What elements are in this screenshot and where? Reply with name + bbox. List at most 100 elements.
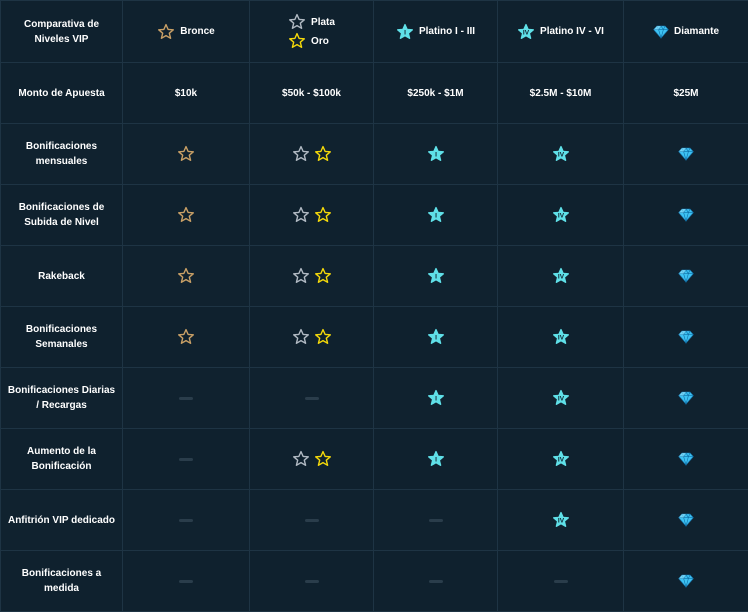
gold-star-icon — [314, 145, 332, 163]
diamond-icon — [678, 330, 694, 344]
table-row: Bonificaciones mensuales I IV — [1, 124, 748, 185]
cell-plata-oro — [250, 490, 374, 551]
svg-text:I: I — [435, 152, 437, 159]
vip-comparison-table: Comparativa de Niveles VIP Bronce Plata … — [0, 0, 748, 612]
tier-header-plata-oro: Plata Oro — [250, 1, 374, 63]
cell-diamante — [624, 551, 748, 612]
unavailable-dash — [179, 519, 193, 522]
table-row: Aumento de la BonificaciónIIV — [1, 429, 748, 490]
tier-header-platino-4: IV Platino IV - VI — [498, 1, 624, 63]
header-row: Comparativa de Niveles VIP Bronce Plata … — [1, 1, 748, 63]
cell-platino-1: I — [374, 368, 498, 429]
tier-label-platino-4: Platino IV - VI — [540, 24, 604, 39]
bronze-star-icon — [157, 23, 175, 41]
cell-bronce — [123, 551, 250, 612]
cell-plata-oro — [250, 307, 374, 368]
platinum-1-star-icon: I — [427, 328, 445, 346]
table-row: Anfitrión VIP dedicado IV — [1, 490, 748, 551]
bet-amount: $2.5M - $10M — [530, 88, 592, 99]
bet-amount: $25M — [673, 88, 698, 99]
cell-diamante — [624, 368, 748, 429]
cell-platino-1 — [374, 551, 498, 612]
platinum-4-star-icon: IV — [552, 389, 570, 407]
platinum-1-star-icon: I — [427, 145, 445, 163]
cell-diamante — [624, 429, 748, 490]
cell-plata-oro — [250, 124, 374, 185]
gold-star-icon — [314, 267, 332, 285]
cell-platino-4: IV — [498, 307, 624, 368]
silver-star-icon — [292, 206, 310, 224]
cell-platino-4 — [498, 551, 624, 612]
tier-label-diamante: Diamante — [674, 24, 719, 39]
cell-plata-oro — [250, 246, 374, 307]
row-label: Rakeback — [1, 246, 123, 307]
platinum-1-star-icon: I — [396, 23, 414, 41]
platinum-4-star-icon: IV — [552, 511, 570, 529]
platinum-4-star-icon: IV — [552, 267, 570, 285]
svg-text:IV: IV — [557, 274, 564, 281]
row-label: Bonificaciones mensuales — [1, 124, 123, 185]
cell-bronce — [123, 307, 250, 368]
cell-diamante — [624, 124, 748, 185]
diamond-icon — [678, 452, 694, 466]
tier-label-bronce: Bronce — [180, 24, 214, 39]
diamond-icon — [678, 269, 694, 283]
silver-star-icon — [292, 450, 310, 468]
cell-bronce — [123, 429, 250, 490]
platinum-4-star-icon: IV — [552, 328, 570, 346]
row-label: Bonificaciones de Subida de Nivel — [1, 185, 123, 246]
unavailable-dash — [179, 580, 193, 583]
cell-plata-oro — [250, 368, 374, 429]
gold-star-icon — [314, 328, 332, 346]
cell-platino-4: IV — [498, 490, 624, 551]
cell-platino-1: I — [374, 307, 498, 368]
svg-text:I: I — [435, 274, 437, 281]
platinum-4-star-icon: IV — [552, 206, 570, 224]
unavailable-dash — [305, 580, 319, 583]
cell-platino-4: $2.5M - $10M — [498, 63, 624, 124]
cell-platino-4: IV — [498, 368, 624, 429]
tier-label-oro: Oro — [311, 34, 329, 49]
diamond-icon — [678, 574, 694, 588]
cell-platino-4: IV — [498, 429, 624, 490]
platinum-4-star-icon: IV — [517, 23, 535, 41]
cell-bronce: $10k — [123, 63, 250, 124]
cell-platino-1 — [374, 490, 498, 551]
tier-header-bronce: Bronce — [123, 1, 250, 63]
cell-platino-1: I — [374, 124, 498, 185]
svg-text:IV: IV — [557, 396, 564, 403]
diamond-icon — [678, 513, 694, 527]
bet-amount: $250k - $1M — [407, 88, 463, 99]
table-row: Bonificaciones de Subida de Nivel I IV — [1, 185, 748, 246]
table-row: Monto de Apuesta $10k $50k - $100k $250k - … — [1, 63, 748, 124]
bet-amount: $50k - $100k — [282, 88, 341, 99]
cell-platino-1: I — [374, 429, 498, 490]
row-label: Anfitrión VIP dedicado — [1, 490, 123, 551]
bet-amount: $10k — [175, 88, 197, 99]
gold-star-icon — [288, 32, 306, 50]
diamond-icon — [678, 208, 694, 222]
svg-text:I: I — [435, 335, 437, 342]
silver-star-icon — [288, 13, 306, 31]
diamond-icon — [653, 25, 669, 39]
svg-text:IV: IV — [557, 518, 564, 525]
svg-text:I: I — [404, 29, 406, 36]
cell-diamante — [624, 185, 748, 246]
table-row: Bonificaciones SemanalesIIV — [1, 307, 748, 368]
platinum-1-star-icon: I — [427, 206, 445, 224]
tier-label-platino-1: Platino I - III — [419, 24, 475, 39]
bronze-star-icon — [177, 328, 195, 346]
silver-star-icon — [292, 267, 310, 285]
row-label: Monto de Apuesta — [1, 63, 123, 124]
cell-bronce — [123, 490, 250, 551]
unavailable-dash — [305, 397, 319, 400]
cell-diamante — [624, 246, 748, 307]
cell-platino-1: I — [374, 246, 498, 307]
cell-plata-oro — [250, 551, 374, 612]
unavailable-dash — [305, 519, 319, 522]
cell-bronce — [123, 368, 250, 429]
silver-star-icon — [292, 328, 310, 346]
platinum-4-star-icon: IV — [552, 145, 570, 163]
cell-platino-4: IV — [498, 124, 624, 185]
cell-platino-4: IV — [498, 185, 624, 246]
